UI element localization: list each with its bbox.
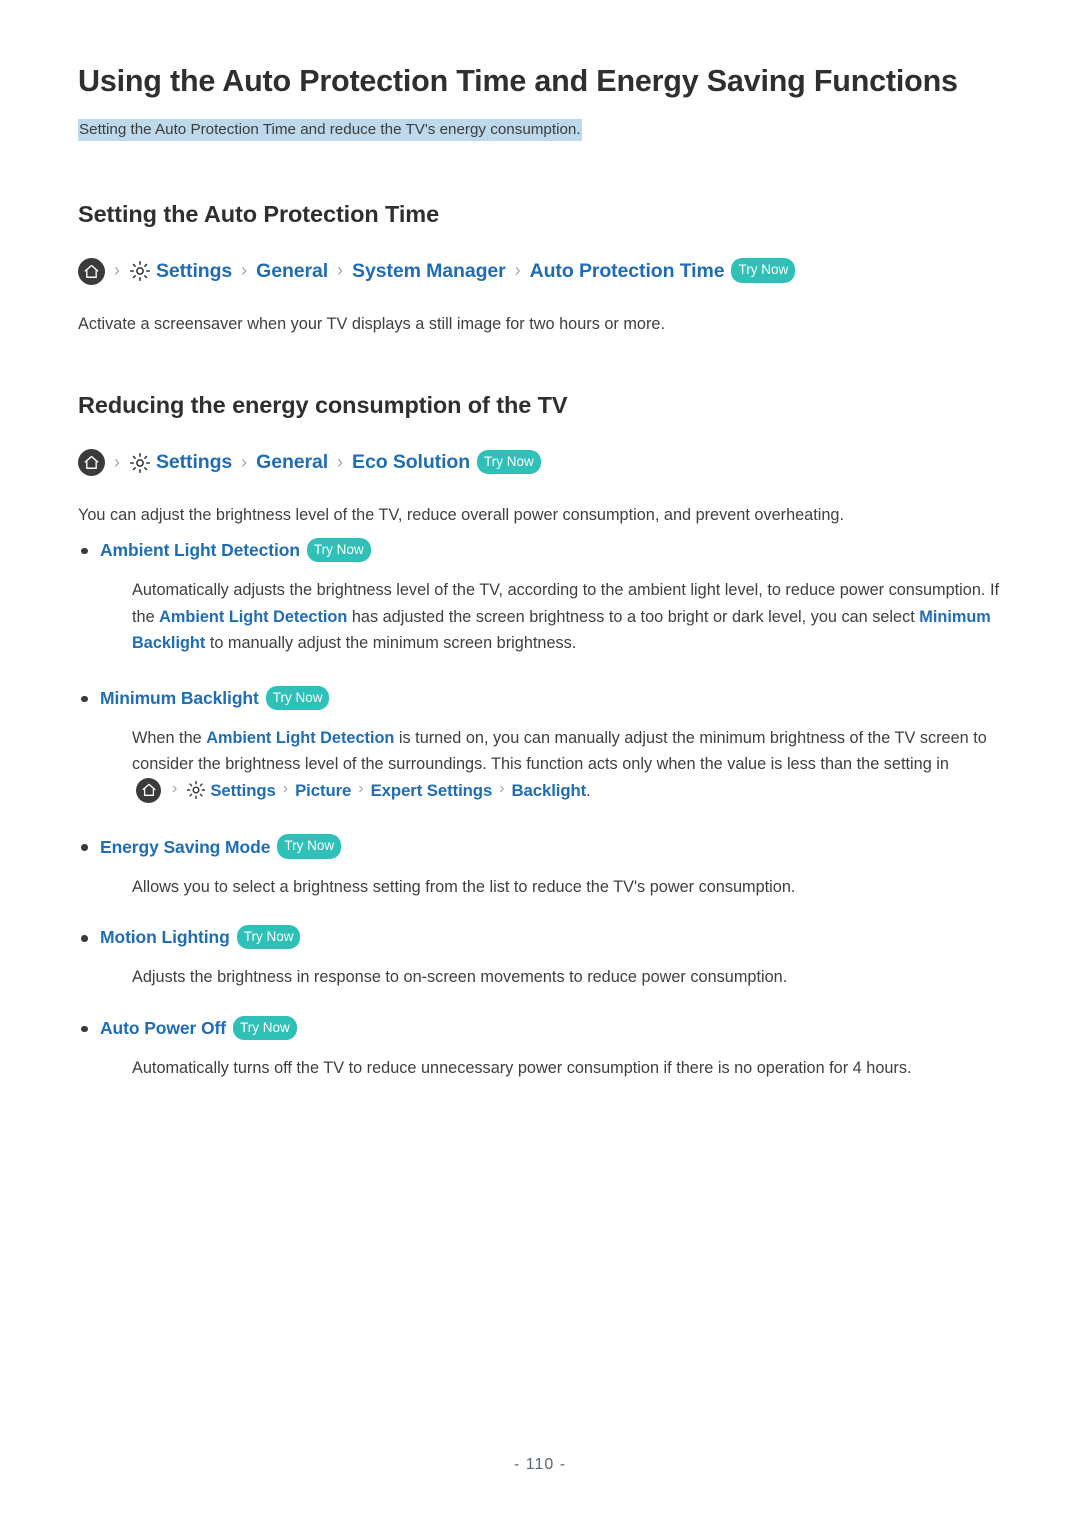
section-heading-auto-protection-time: Setting the Auto Protection Time: [78, 200, 440, 227]
breadcrumb-separator: ›: [514, 260, 521, 281]
try-now-badge[interactable]: Try Now: [477, 449, 541, 475]
breadcrumb-item-expert-settings[interactable]: Expert Settings: [371, 777, 493, 804]
breadcrumb-item-picture[interactable]: Picture: [295, 777, 351, 804]
text-run: When the: [132, 729, 207, 748]
home-icon[interactable]: [136, 777, 161, 803]
feature-heading-auto-power-off: Auto Power Off Try Now: [78, 1015, 1008, 1042]
feature-heading-ambient-light-detection: Ambient Light Detection Try Now: [78, 537, 1008, 564]
breadcrumb-item-auto-protection-time[interactable]: Auto Protection Time: [530, 261, 725, 282]
list-item: Motion Lighting Try Now Adjusts the brig…: [78, 924, 1008, 991]
paragraph-auto-protection-time: Activate a screensaver when your TV disp…: [78, 314, 665, 333]
breadcrumb-item-general[interactable]: General: [256, 453, 328, 473]
breadcrumb-separator: ›: [337, 451, 344, 472]
inline-breadcrumb-backlight: › Settings › Picture › Expert Settings › Backli…: [132, 777, 586, 804]
feature-title[interactable]: Motion Lighting: [100, 929, 230, 947]
gear-icon[interactable]: [186, 780, 206, 800]
gear-icon[interactable]: [129, 452, 151, 474]
breadcrumb-separator: ›: [282, 780, 289, 798]
feature-title[interactable]: Ambient Light Detection: [100, 542, 300, 560]
feature-body-ambient-light-detection: Automatically adjusts the brightness lev…: [78, 577, 1008, 656]
breadcrumb-item-settings[interactable]: Settings: [210, 777, 276, 804]
section-heading-energy-consumption: Reducing the energy consumption of the T…: [78, 392, 568, 419]
try-now-badge[interactable]: Try Now: [236, 924, 301, 950]
home-icon[interactable]: [78, 449, 105, 477]
feature-body-minimum-backlight: When the Ambient Light Detection is turn…: [78, 725, 1008, 805]
breadcrumb-item-settings[interactable]: Settings: [156, 453, 232, 473]
text-run: Adjusts the brightness in response to on…: [132, 968, 788, 987]
breadcrumb-auto-protection-time: › Settings › General › System Manager › …: [78, 257, 1008, 285]
text-run: has adjusted the screen brightness to a …: [347, 607, 920, 626]
breadcrumb-separator: ›: [337, 260, 344, 281]
text-run: to manually adjust the minimum screen br…: [205, 634, 577, 653]
feature-heading-energy-saving-mode: Energy Saving Mode Try Now: [78, 834, 1008, 860]
feature-title[interactable]: Minimum Backlight: [100, 690, 259, 708]
text-run: Automatically turns off the TV to reduce…: [132, 1059, 912, 1078]
feature-title[interactable]: Auto Power Off: [100, 1020, 226, 1038]
breadcrumb-separator: ›: [241, 260, 248, 281]
home-icon[interactable]: [78, 257, 105, 285]
try-now-badge[interactable]: Try Now: [265, 685, 330, 711]
feature-heading-minimum-backlight: Minimum Backlight Try Now: [78, 685, 1008, 712]
breadcrumb-separator: ›: [172, 780, 178, 798]
text-run: .: [586, 781, 591, 800]
page-subtitle-wrap: Setting the Auto Protection Time and red…: [78, 118, 1008, 142]
breadcrumb-item-backlight[interactable]: Backlight: [512, 777, 587, 804]
breadcrumb-separator: ›: [114, 260, 120, 281]
list-item: Minimum Backlight Try Now When the Ambie…: [78, 685, 1008, 806]
breadcrumb-item-system-manager[interactable]: System Manager: [352, 261, 506, 282]
page-title: Using the Auto Protection Time and Energ…: [78, 64, 958, 98]
breadcrumb-eco-solution: › Settings › General › Eco Solution Try …: [78, 449, 1008, 477]
list-item: Energy Saving Mode Try Now Allows you to…: [78, 834, 1008, 900]
link-ambient-light-detection[interactable]: Ambient Light Detection: [159, 608, 347, 626]
page-number: - 110 -: [513, 1456, 567, 1473]
gear-icon[interactable]: [129, 260, 151, 282]
feature-body-auto-power-off: Automatically turns off the TV to reduce…: [78, 1055, 1008, 1081]
document-page: Using the Auto Protection Time and Energ…: [0, 0, 1080, 1527]
try-now-badge[interactable]: Try Now: [277, 834, 342, 859]
page-subtitle-highlight: Setting the Auto Protection Time and red…: [78, 119, 582, 142]
page-content: Using the Auto Protection Time and Energ…: [78, 62, 1008, 1108]
paragraph-eco-solution: You can adjust the brightness level of t…: [78, 506, 845, 525]
try-now-badge[interactable]: Try Now: [306, 537, 371, 563]
breadcrumb-separator: ›: [241, 451, 248, 472]
try-now-badge[interactable]: Try Now: [731, 258, 796, 283]
feature-heading-motion-lighting: Motion Lighting Try Now: [78, 924, 1008, 951]
text-run: Allows you to select a brightness settin…: [132, 877, 796, 896]
try-now-badge[interactable]: Try Now: [232, 1015, 297, 1041]
breadcrumb-separator: ›: [499, 780, 505, 798]
list-item: Ambient Light Detection Try Now Automati…: [78, 537, 1008, 657]
breadcrumb-separator: ›: [114, 451, 120, 472]
list-item: Auto Power Off Try Now Automatically tur…: [78, 1015, 1008, 1082]
breadcrumb-item-eco-solution[interactable]: Eco Solution: [352, 453, 470, 473]
feature-title[interactable]: Energy Saving Mode: [100, 838, 270, 857]
breadcrumb-item-settings[interactable]: Settings: [156, 261, 232, 282]
feature-body-motion-lighting: Adjusts the brightness in response to on…: [78, 964, 1008, 990]
breadcrumb-item-general[interactable]: General: [256, 261, 328, 282]
breadcrumb-separator: ›: [358, 780, 364, 798]
feature-body-energy-saving-mode: Allows you to select a brightness settin…: [78, 874, 1008, 900]
link-ambient-light-detection[interactable]: Ambient Light Detection: [206, 729, 394, 747]
